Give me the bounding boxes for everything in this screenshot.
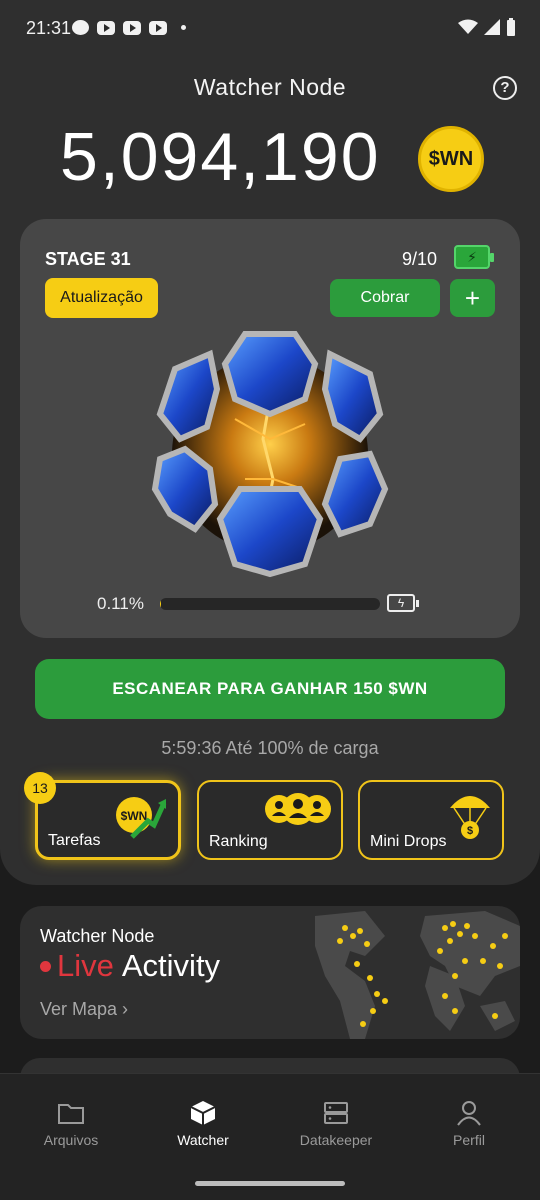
tile-mini-drops[interactable]: $ Mini Drops	[358, 780, 504, 860]
battery-status-icon	[507, 18, 515, 36]
youtube-notification-icon	[97, 20, 115, 35]
nav-label: Datakeeper	[299, 1132, 373, 1148]
live-card-subtitle: Watcher Node	[40, 926, 155, 946]
stage-card: STAGE 31 9/10 ⚡ Atualização Cobrar + 0.1…	[20, 219, 520, 638]
scan-to-earn-button[interactable]: ESCANEAR PARA GANHAR 150 $WN	[35, 659, 505, 719]
claim-button[interactable]: Cobrar	[330, 279, 440, 317]
nav-item-datakeeper[interactable]: Datakeeper	[281, 1100, 391, 1148]
battery-charged-icon: ⚡	[454, 245, 494, 269]
live-word: Live	[57, 948, 114, 983]
gesture-bar[interactable]	[195, 1181, 345, 1186]
live-dot-icon	[40, 960, 51, 972]
stage-label: STAGE 31	[45, 249, 131, 269]
wn-coin-icon: $WN	[418, 126, 484, 192]
more-notifications-icon	[181, 25, 186, 30]
help-icon[interactable]: ?	[493, 76, 517, 100]
charge-timer-text: 5:59:36 Até 100% de carga	[161, 738, 379, 758]
update-button[interactable]: Atualização	[45, 278, 158, 318]
wifi-icon	[458, 19, 478, 34]
nav-label: Watcher	[177, 1132, 229, 1148]
world-map-image	[315, 911, 520, 1039]
tile-label: Ranking	[209, 833, 268, 850]
tile-tasks[interactable]: $WN Tarefas	[35, 780, 181, 860]
nav-item-watcher[interactable]: Watcher	[148, 1100, 258, 1148]
status-time: 21:31	[26, 18, 72, 38]
svg-text:$WN: $WN	[121, 809, 148, 823]
system-icons	[458, 18, 516, 36]
wn-balance: 5,094,190	[60, 119, 381, 195]
status-bar: 21:31	[0, 0, 540, 58]
parachute-icon: $	[450, 796, 490, 839]
tile-ranking[interactable]: Ranking	[197, 780, 343, 860]
view-map-link[interactable]: Ver Mapa ›	[40, 999, 128, 1020]
chat-notification-icon	[72, 20, 89, 35]
nav-item-perfil[interactable]: Perfil	[414, 1100, 524, 1148]
people-icon	[265, 793, 331, 825]
charge-progress-bar	[160, 598, 380, 610]
nav-item-arquivos[interactable]: Arquivos	[16, 1100, 126, 1148]
charge-progress-text: 0.11%	[97, 594, 144, 613]
wn-coin-arrow-icon: $WN	[116, 797, 167, 839]
tile-label: Tarefas	[48, 832, 101, 849]
activity-word: Activity	[121, 948, 221, 983]
tile-label: Mini Drops	[370, 833, 447, 850]
battery-charging-icon: ϟ	[387, 594, 419, 612]
cube-icon	[190, 1101, 216, 1125]
notification-icons	[72, 20, 186, 35]
folder-icon	[58, 1104, 84, 1124]
live-card-title: Live Activity	[40, 948, 220, 984]
watcher-node-image[interactable]	[145, 329, 395, 579]
person-icon	[457, 1101, 481, 1126]
svg-text:$: $	[467, 825, 473, 837]
stage-count: 9/10	[402, 249, 438, 269]
tasks-count-badge: 13	[24, 772, 56, 804]
add-button[interactable]: +	[450, 279, 495, 317]
youtube-notification-icon	[123, 20, 141, 35]
nav-label: Arquivos	[43, 1132, 99, 1148]
server-icon	[324, 1102, 348, 1124]
nav-label: Perfil	[453, 1132, 485, 1148]
view-map-label: Ver Mapa	[40, 999, 118, 1019]
page-title: Watcher Node	[193, 74, 347, 100]
signal-icon	[484, 19, 500, 35]
live-activity-card[interactable]: Watcher Node Live Activity Ver Mapa ›	[20, 906, 520, 1039]
youtube-notification-icon	[149, 20, 167, 35]
